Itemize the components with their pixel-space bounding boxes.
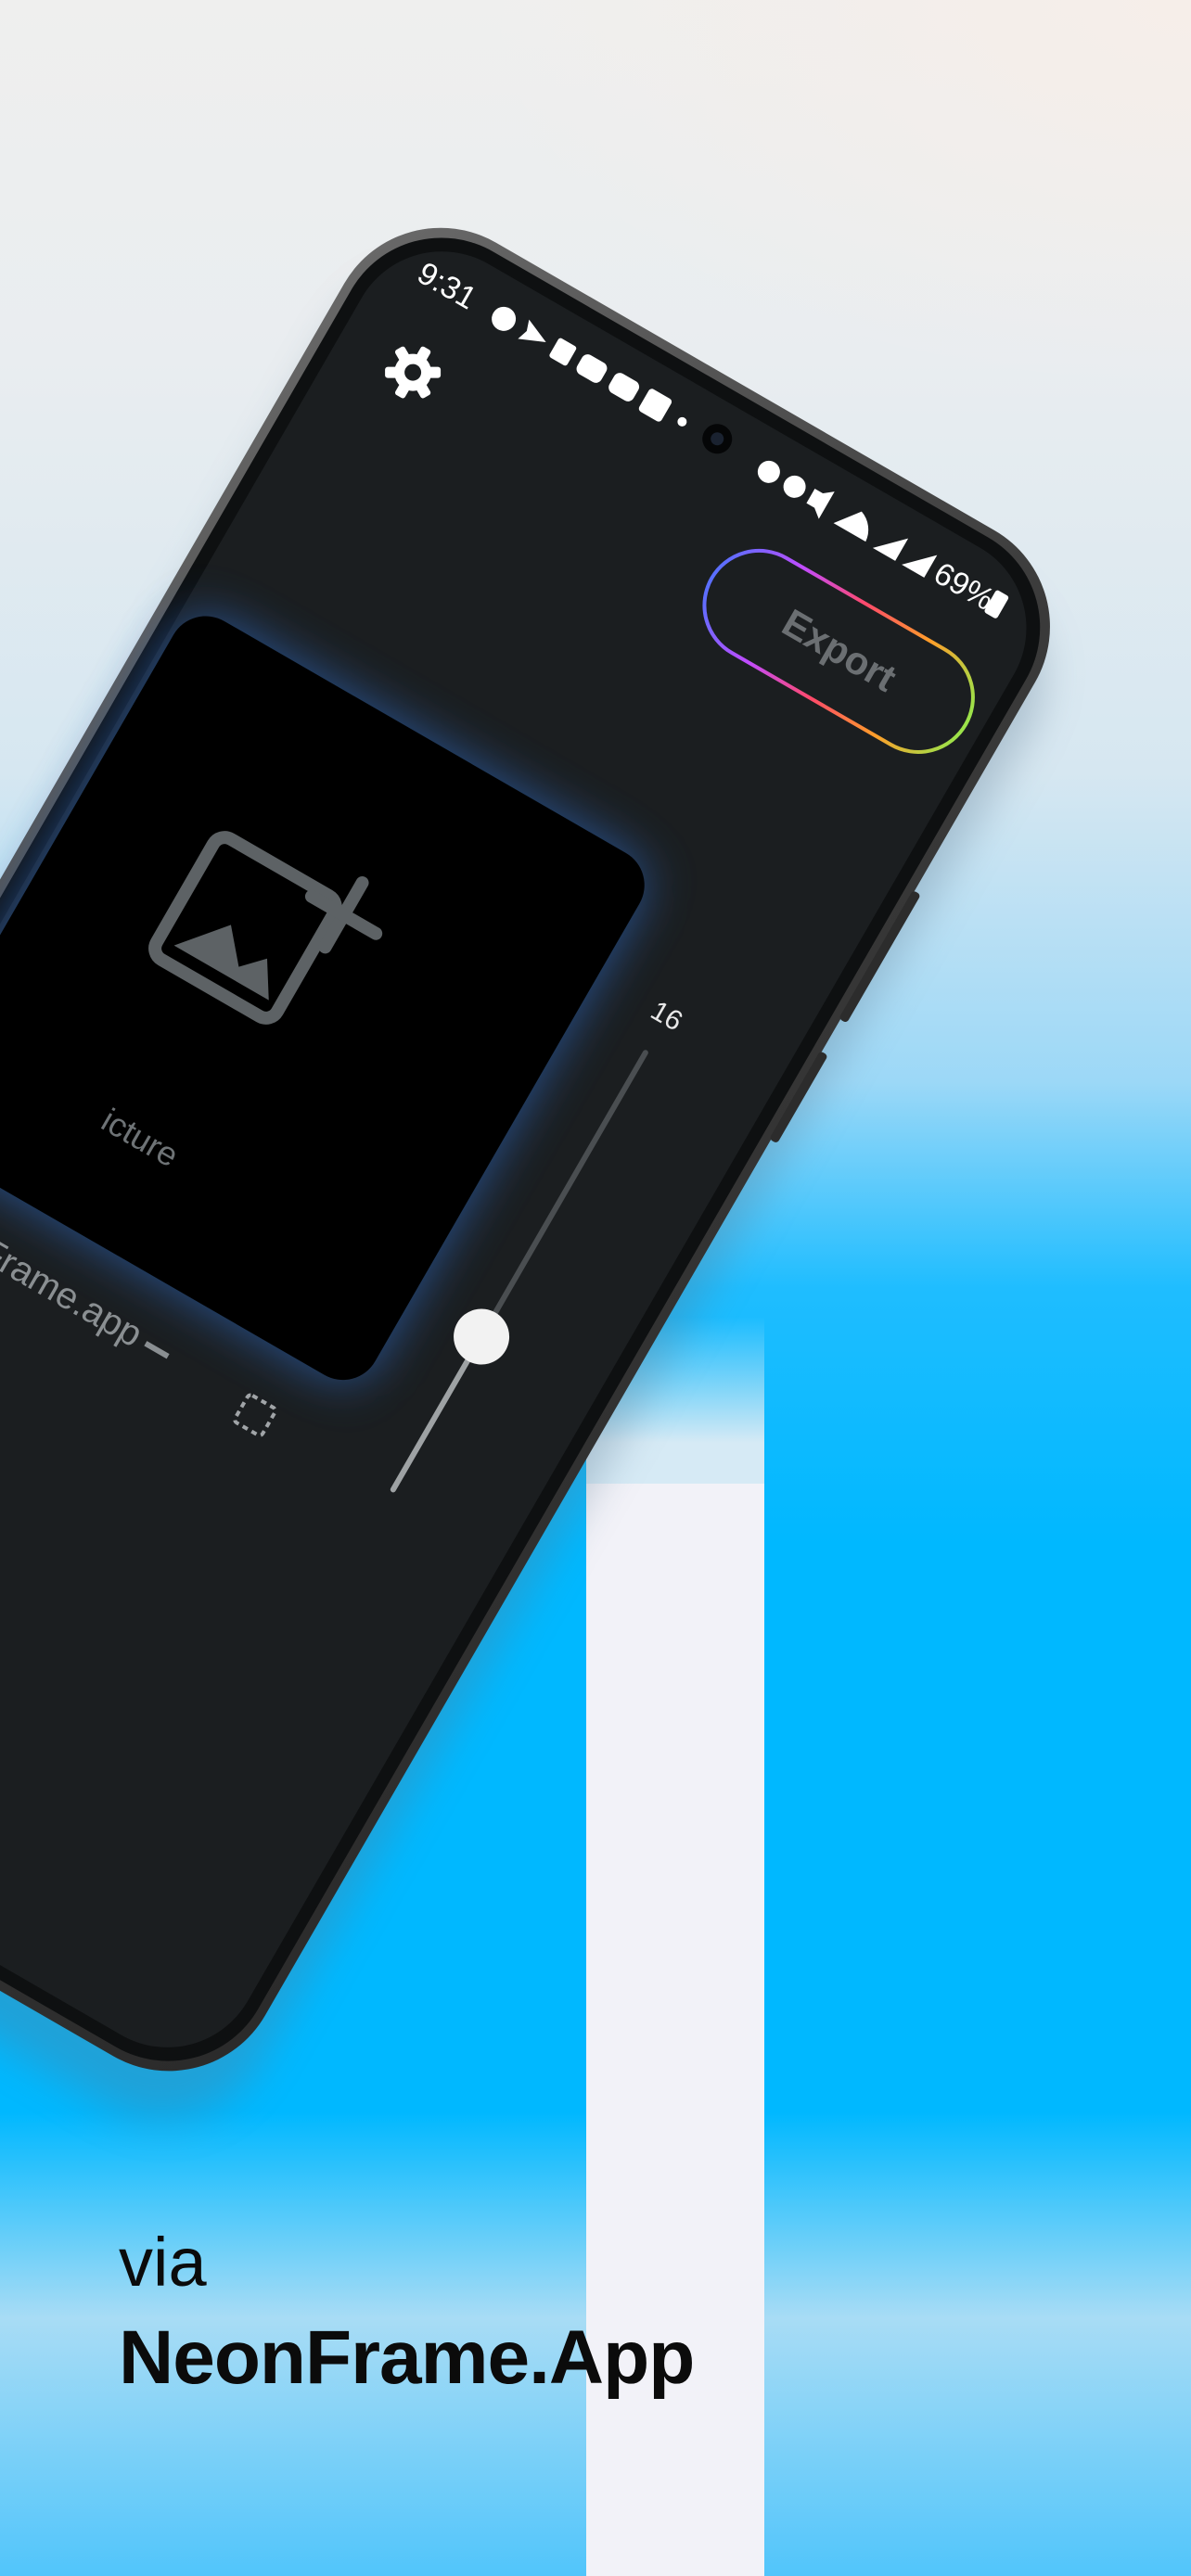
tagline: via NeonFrame.App	[119, 2218, 695, 2409]
tagline-brand: NeonFrame.App	[119, 2315, 695, 2400]
phone-mockup: 9:31 69% Export icture Frame.app 16	[0, 227, 1050, 2121]
tagline-via: via	[119, 2224, 207, 2301]
